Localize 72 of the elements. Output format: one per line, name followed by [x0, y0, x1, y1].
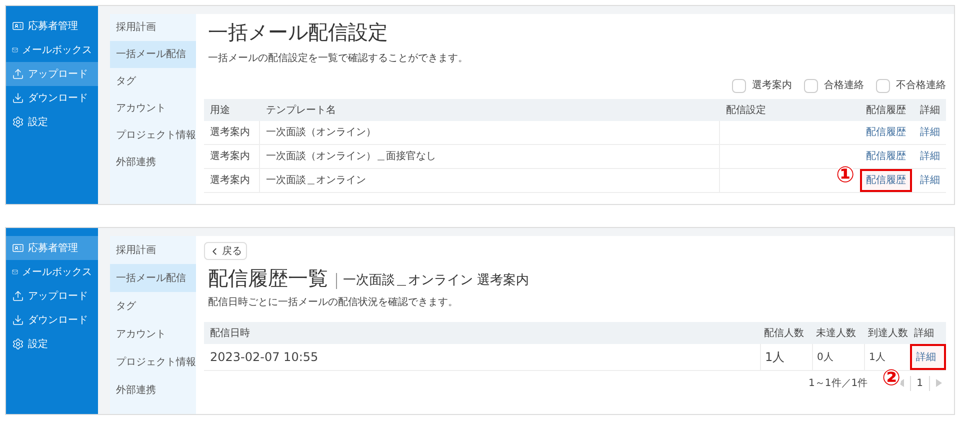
column-header: 配信日時 [209, 326, 251, 340]
sidebar-item[interactable]: 応募者管理 [6, 14, 98, 38]
filter-checkbox[interactable] [732, 78, 746, 92]
filter-label: 不合格連絡 [896, 78, 946, 93]
subnav-item[interactable]: アカウント [110, 95, 196, 122]
id-card-icon [12, 20, 24, 32]
page-description: 配信日時ごとに一括メールの配信状況を確認できます。 [207, 296, 459, 310]
filter-label: 合格連絡 [824, 78, 864, 93]
download-icon [12, 314, 24, 326]
table-cell: 選考案内 [204, 121, 260, 144]
page-number[interactable]: 1 [910, 376, 930, 390]
sidebar-item[interactable]: 設定 [6, 332, 98, 356]
subnav-item[interactable]: 外部連携 [110, 376, 196, 404]
column-header: 詳細 [913, 326, 935, 340]
table-cell: 一次面談＿オンライン [260, 169, 720, 192]
subnav-item[interactable]: 採用計画 [110, 14, 196, 41]
column-header: 到達人数 [867, 326, 909, 340]
subnav-item[interactable]: タグ [110, 68, 196, 95]
upload-icon [12, 290, 24, 302]
filter-checkbox[interactable] [876, 78, 890, 92]
column-header: 配信履歴 [865, 104, 907, 118]
sidebar-item[interactable]: メールボックス [6, 38, 98, 62]
page-title: 一括メール配信設定 [207, 20, 389, 45]
sidebar-item[interactable]: ダウンロード [6, 308, 98, 332]
subnav-item[interactable]: プロジェクト情報 [110, 122, 196, 149]
previous-page-icon[interactable] [898, 379, 904, 387]
detail-link[interactable]: 詳細 [910, 344, 946, 370]
page-title: 配信履歴一覧 [208, 266, 328, 291]
download-icon [12, 92, 24, 104]
pagination-summary: 1～1件／1件 [808, 376, 868, 390]
table-cell-text: 2023-02-07 10:55 [209, 349, 320, 366]
sidebar-item[interactable]: 応募者管理 [6, 236, 98, 260]
table-cell: 0人 [812, 344, 864, 370]
column-header: テンプレート名 [265, 104, 337, 118]
column-header: 用途 [209, 104, 231, 118]
upload-icon [12, 68, 24, 80]
table-cell: 選考案内 [204, 169, 260, 192]
column-header: 配信設定 [725, 104, 767, 118]
id-card-icon [12, 242, 24, 254]
next-page-icon[interactable] [936, 379, 942, 387]
table-cell: 選考案内 [204, 145, 260, 168]
sidebar-item[interactable]: アップロード [6, 62, 98, 86]
subnav-item[interactable]: 外部連携 [110, 149, 196, 176]
table-cell: 一次面談（オンライン） [260, 121, 720, 144]
sidebar-item[interactable]: ダウンロード [6, 86, 98, 110]
subnav-item[interactable]: アカウント [110, 320, 196, 348]
back-button[interactable]: 戻る [204, 242, 247, 260]
sidebar-item[interactable]: 設定 [6, 110, 98, 134]
subnav-item[interactable]: 採用計画 [110, 236, 196, 264]
filter-checkbox[interactable] [804, 78, 818, 92]
table-cell: 1人 [760, 344, 812, 370]
sidebar-item[interactable]: アップロード [6, 284, 98, 308]
settings-icon [12, 338, 24, 350]
settings-icon [12, 116, 24, 128]
sidebar-item[interactable]: メールボックス [6, 260, 98, 284]
subnav-item[interactable]: タグ [110, 292, 196, 320]
subnav-item[interactable]: 一括メール配信 [110, 264, 196, 292]
filter-label: 選考案内 [752, 78, 792, 93]
column-header: 配信人数 [763, 326, 805, 340]
history-link[interactable]: 配信履歴 [860, 169, 912, 192]
page-subtitle: 一次面談＿オンライン 選考案内 [336, 272, 530, 289]
table-cell: 一次面談（オンライン）＿面接官なし [260, 145, 720, 168]
column-header: 未達人数 [815, 326, 857, 340]
page-description: 一括メールの配信設定を一覧で確認することができます。 [207, 52, 469, 66]
detail-link[interactable]: 詳細 [916, 125, 946, 140]
detail-link[interactable]: 詳細 [916, 173, 946, 188]
column-header: 詳細 [919, 104, 941, 118]
history-link[interactable]: 配信履歴 [860, 145, 912, 168]
subnav-item[interactable]: 一括メール配信 [110, 41, 196, 68]
detail-link[interactable]: 詳細 [916, 149, 946, 164]
history-link[interactable]: 配信履歴 [860, 121, 912, 144]
subnav-item[interactable]: プロジェクト情報 [110, 348, 196, 376]
